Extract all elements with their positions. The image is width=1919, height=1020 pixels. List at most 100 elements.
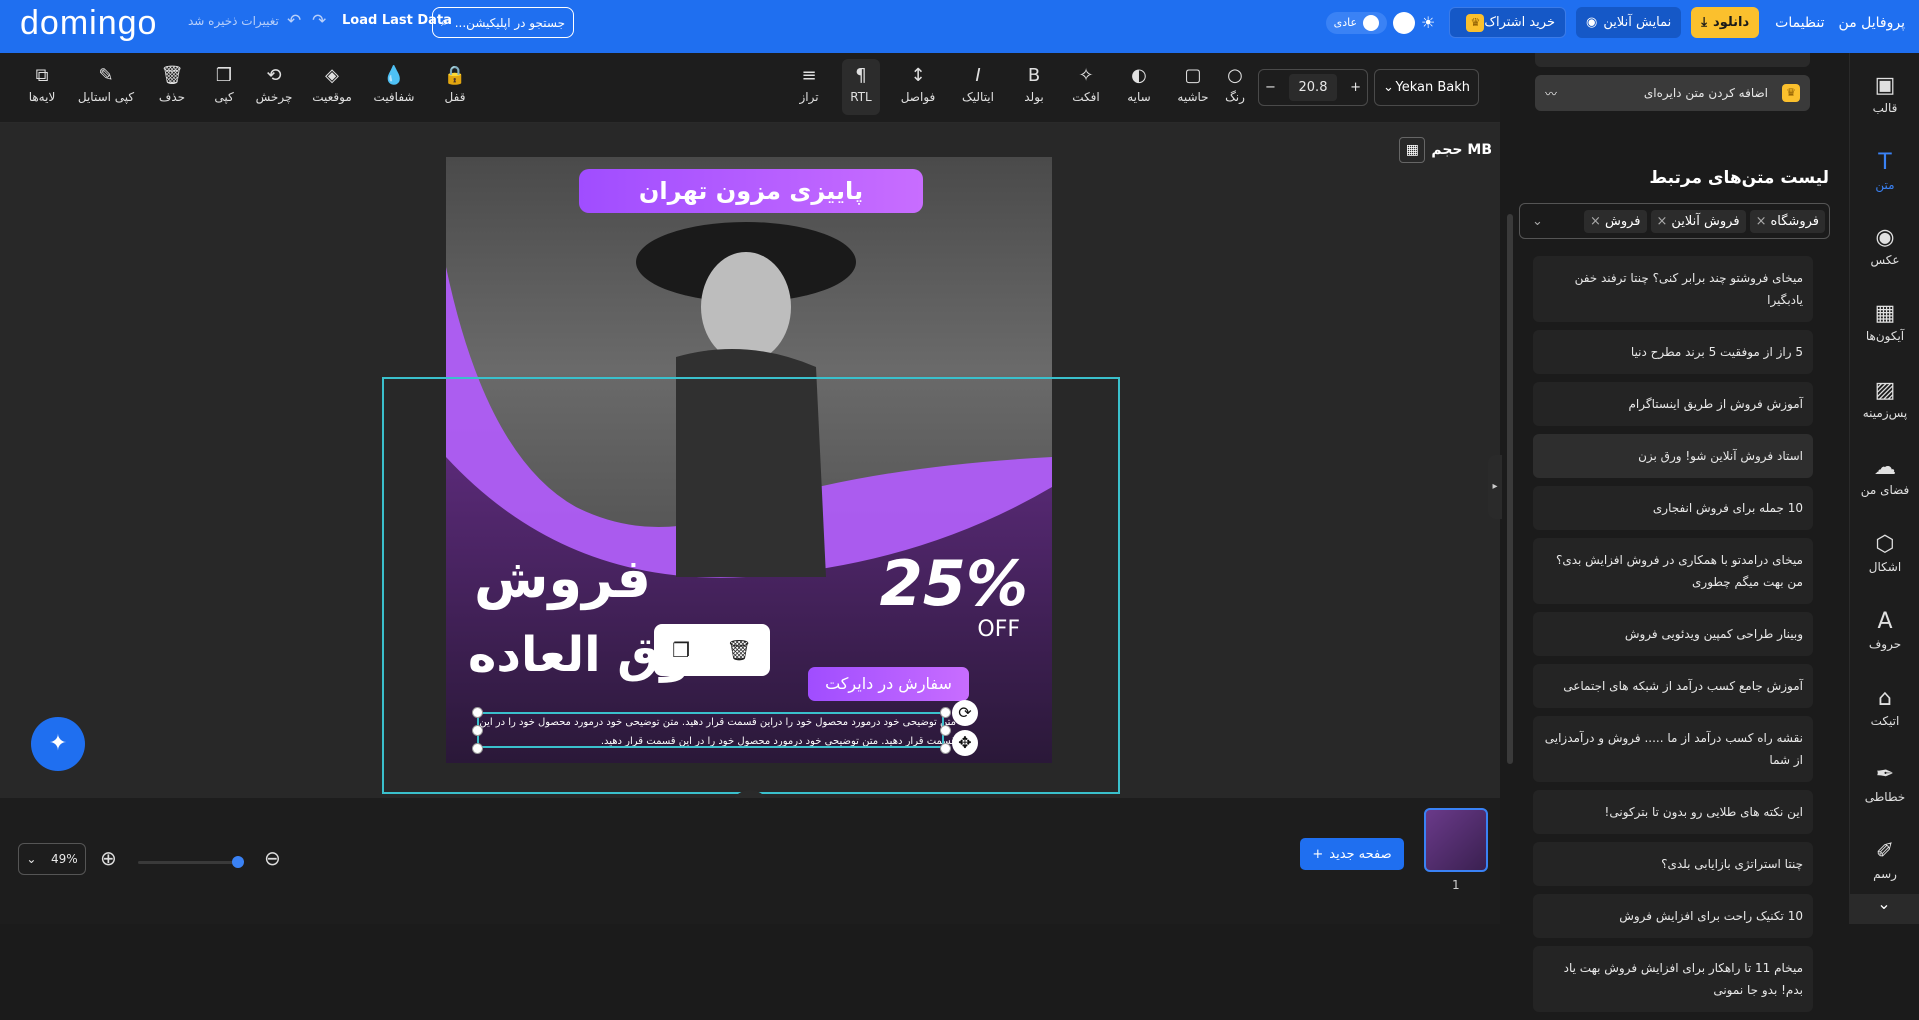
close-icon[interactable]: ×	[1590, 214, 1601, 229]
trash-icon[interactable]: 🗑	[726, 638, 751, 662]
resize-handle[interactable]	[472, 725, 483, 736]
list-item[interactable]: آموزش جامع کسب درآمد از شبکه های اجتماعی	[1533, 664, 1813, 708]
discount-off[interactable]: OFF	[977, 617, 1020, 642]
increase-size-button[interactable]: +	[1350, 80, 1361, 95]
list-item[interactable]: میخای درامدتو با همکاری در فروش افزایش ب…	[1533, 538, 1813, 604]
lock-tool[interactable]: 🔒 قفل	[440, 65, 470, 104]
zoom-select[interactable]: ⌄ 49%	[18, 843, 86, 875]
list-item[interactable]: این نکته های طلایی رو بدون تا بترکونی!	[1533, 790, 1813, 834]
zoom-out-icon[interactable]: ⊖	[264, 846, 281, 870]
new-page-button[interactable]: صفحه جدید +	[1300, 838, 1404, 870]
delete-tool[interactable]: 🗑 حذف	[156, 65, 188, 104]
position-tool[interactable]: ◈ موقعیت	[308, 65, 356, 104]
order-direct-badge[interactable]: سفارش در دایرکت	[808, 667, 969, 701]
font-family-select[interactable]: ⌄ Yekan Bakh	[1374, 69, 1479, 106]
color-tool[interactable]: ○ رنگ	[1222, 65, 1248, 104]
settings-link[interactable]: تنظیمات	[1775, 15, 1824, 31]
effect-tool[interactable]: ✧ افکت	[1070, 65, 1102, 104]
border-tool[interactable]: ▢ حاشیه	[1174, 65, 1212, 104]
close-icon[interactable]: ×	[1756, 214, 1767, 229]
nav-shapes[interactable]: ⬡ اشکال	[1850, 530, 1919, 574]
tag-chip[interactable]: فروش ×	[1584, 209, 1647, 233]
resize-handle[interactable]	[472, 707, 483, 718]
bold-tool[interactable]: B بولد	[1022, 65, 1046, 104]
layers-tool[interactable]: ⧉ لایه‌ها	[24, 65, 60, 104]
undo-icon[interactable]: ↶	[287, 11, 301, 31]
move-handle-icon[interactable]: ✥	[952, 730, 978, 756]
text-selection-box[interactable]	[477, 712, 944, 748]
panel-scrollbar[interactable]	[1507, 214, 1513, 764]
font-size-value[interactable]: 20.8	[1288, 74, 1338, 101]
copy-style-tool[interactable]: ✎ کپی استایل	[76, 65, 136, 104]
list-item[interactable]: 10 جمله برای فروش انفجاری	[1533, 486, 1813, 530]
hide-panel-icon[interactable]: ▸	[1488, 455, 1502, 519]
nav-photo[interactable]: ◉ عکس	[1850, 223, 1919, 267]
search-input[interactable]: جستجو در اپلیکیشن... ⌕	[432, 7, 574, 38]
nav-draw[interactable]: ✐ رسم	[1850, 837, 1919, 881]
download-button[interactable]: دانلود ⤓	[1691, 7, 1760, 38]
list-item[interactable]: نقشه راه کسب درآمد از ما ..... فروش و در…	[1533, 716, 1813, 782]
add-circular-text-button[interactable]: ♛ اضافه کردن متن دایره‌ای 〰	[1535, 75, 1810, 111]
tag-chip[interactable]: فروش آنلاین ×	[1650, 209, 1746, 233]
sun-icon[interactable]: ☀	[1421, 13, 1435, 32]
scroll-down-icon[interactable]: ⌄	[1849, 894, 1919, 924]
rtl-tool[interactable]: ¶ RTL	[842, 59, 880, 115]
resize-handle[interactable]	[940, 707, 951, 718]
list-item[interactable]: میخام 11 تا راهکار برای افزایش فروش بهت …	[1533, 946, 1813, 1012]
italic-tool[interactable]: I ایتالیک	[956, 65, 1000, 104]
nav-labels[interactable]: ⌂ اتیکت	[1850, 684, 1919, 728]
spacing-tool[interactable]: ↕ فواصل	[898, 65, 938, 104]
nav-letters[interactable]: A حروف	[1850, 607, 1919, 651]
zoom-slider[interactable]	[138, 856, 244, 868]
bold-label: بولد	[1024, 90, 1044, 104]
rotate-tool[interactable]: ⟲ چرخش	[254, 65, 294, 104]
previous-option-row[interactable]	[1535, 53, 1810, 67]
discount-percent[interactable]: 25%	[880, 547, 1028, 620]
resize-handle[interactable]	[472, 743, 483, 754]
profile-link[interactable]: پروفایل من	[1839, 15, 1905, 31]
mode-toggle[interactable]: عادی	[1325, 11, 1388, 34]
resize-handle[interactable]	[940, 743, 951, 754]
online-view-button[interactable]: نمایش آنلاین ◉	[1576, 7, 1682, 38]
online-view-label: نمایش آنلاین	[1603, 15, 1672, 30]
logo[interactable]: domingo	[20, 4, 157, 43]
tag-chip[interactable]: فروشگاه ×	[1749, 209, 1825, 233]
mode-toggle-knob	[1363, 14, 1380, 31]
list-item[interactable]: 5 راز از موفقیت 5 برند مطرح دنیا	[1533, 330, 1813, 374]
nav-template[interactable]: ▣ قالب	[1850, 71, 1919, 115]
duplicate-icon[interactable]: ❐	[672, 638, 690, 662]
zoom-slider-knob[interactable]	[232, 856, 244, 868]
effect-label: افکت	[1072, 90, 1100, 104]
nav-icons[interactable]: ▦ آیکون‌ها	[1850, 299, 1919, 343]
list-item[interactable]: آموزش فروش از طریق اینستاگرام	[1533, 382, 1813, 426]
calculator-icon[interactable]: ▦	[1399, 137, 1426, 163]
theme-toggle[interactable]	[1393, 11, 1416, 34]
chevron-down-icon[interactable]: ⌄	[1524, 214, 1543, 229]
tag-filter[interactable]: فروشگاه × فروش آنلاین × فروش × ⌄	[1519, 203, 1830, 239]
copy-tool[interactable]: ❐ کپی	[208, 65, 240, 104]
align-tool[interactable]: ≡ تراز	[796, 65, 822, 104]
list-item[interactable]: میخای فروشتو چند برابر کنی؟ چنتا ترفند خ…	[1533, 256, 1813, 322]
magic-wand-button[interactable]: ✦	[31, 717, 85, 771]
redo-icon[interactable]: ↷	[312, 11, 326, 31]
list-item[interactable]: استاد فروش آنلاین شو! ورق بزن	[1533, 434, 1813, 478]
buy-subscription-button[interactable]: خرید اشتراک ♛	[1449, 7, 1567, 38]
zoom-in-icon[interactable]: ⊕	[100, 846, 117, 870]
rtl-label: RTL	[850, 90, 872, 104]
shadow-tool[interactable]: ◐ سایه	[1124, 65, 1154, 104]
nav-text[interactable]: T متن	[1850, 148, 1919, 192]
list-item[interactable]: چنتا استراتژی بازایابی بلدی؟	[1533, 842, 1813, 886]
design-headline-line1[interactable]: فروش	[474, 547, 651, 610]
list-item[interactable]: وبینار طراحی کمپین ویدئویی فروش	[1533, 612, 1813, 656]
decrease-size-button[interactable]: −	[1265, 80, 1276, 95]
nav-background[interactable]: ▨ پس‌زمینه	[1850, 376, 1919, 420]
page-thumbnail[interactable]	[1424, 808, 1488, 872]
opacity-tool[interactable]: 💧 شفافیت	[372, 65, 416, 104]
design-title[interactable]: پاییزی مزون تهران	[579, 169, 923, 213]
list-item[interactable]: 10 تکنیک راحت برای افزایش فروش	[1533, 894, 1813, 938]
resize-handle[interactable]	[940, 725, 951, 736]
nav-calligraphy[interactable]: ✒ خطاطی	[1850, 760, 1919, 804]
close-icon[interactable]: ×	[1657, 214, 1668, 229]
rotate-handle-icon[interactable]: ⟳	[952, 700, 978, 726]
nav-my-space[interactable]: ☁ فضای من	[1850, 453, 1919, 497]
